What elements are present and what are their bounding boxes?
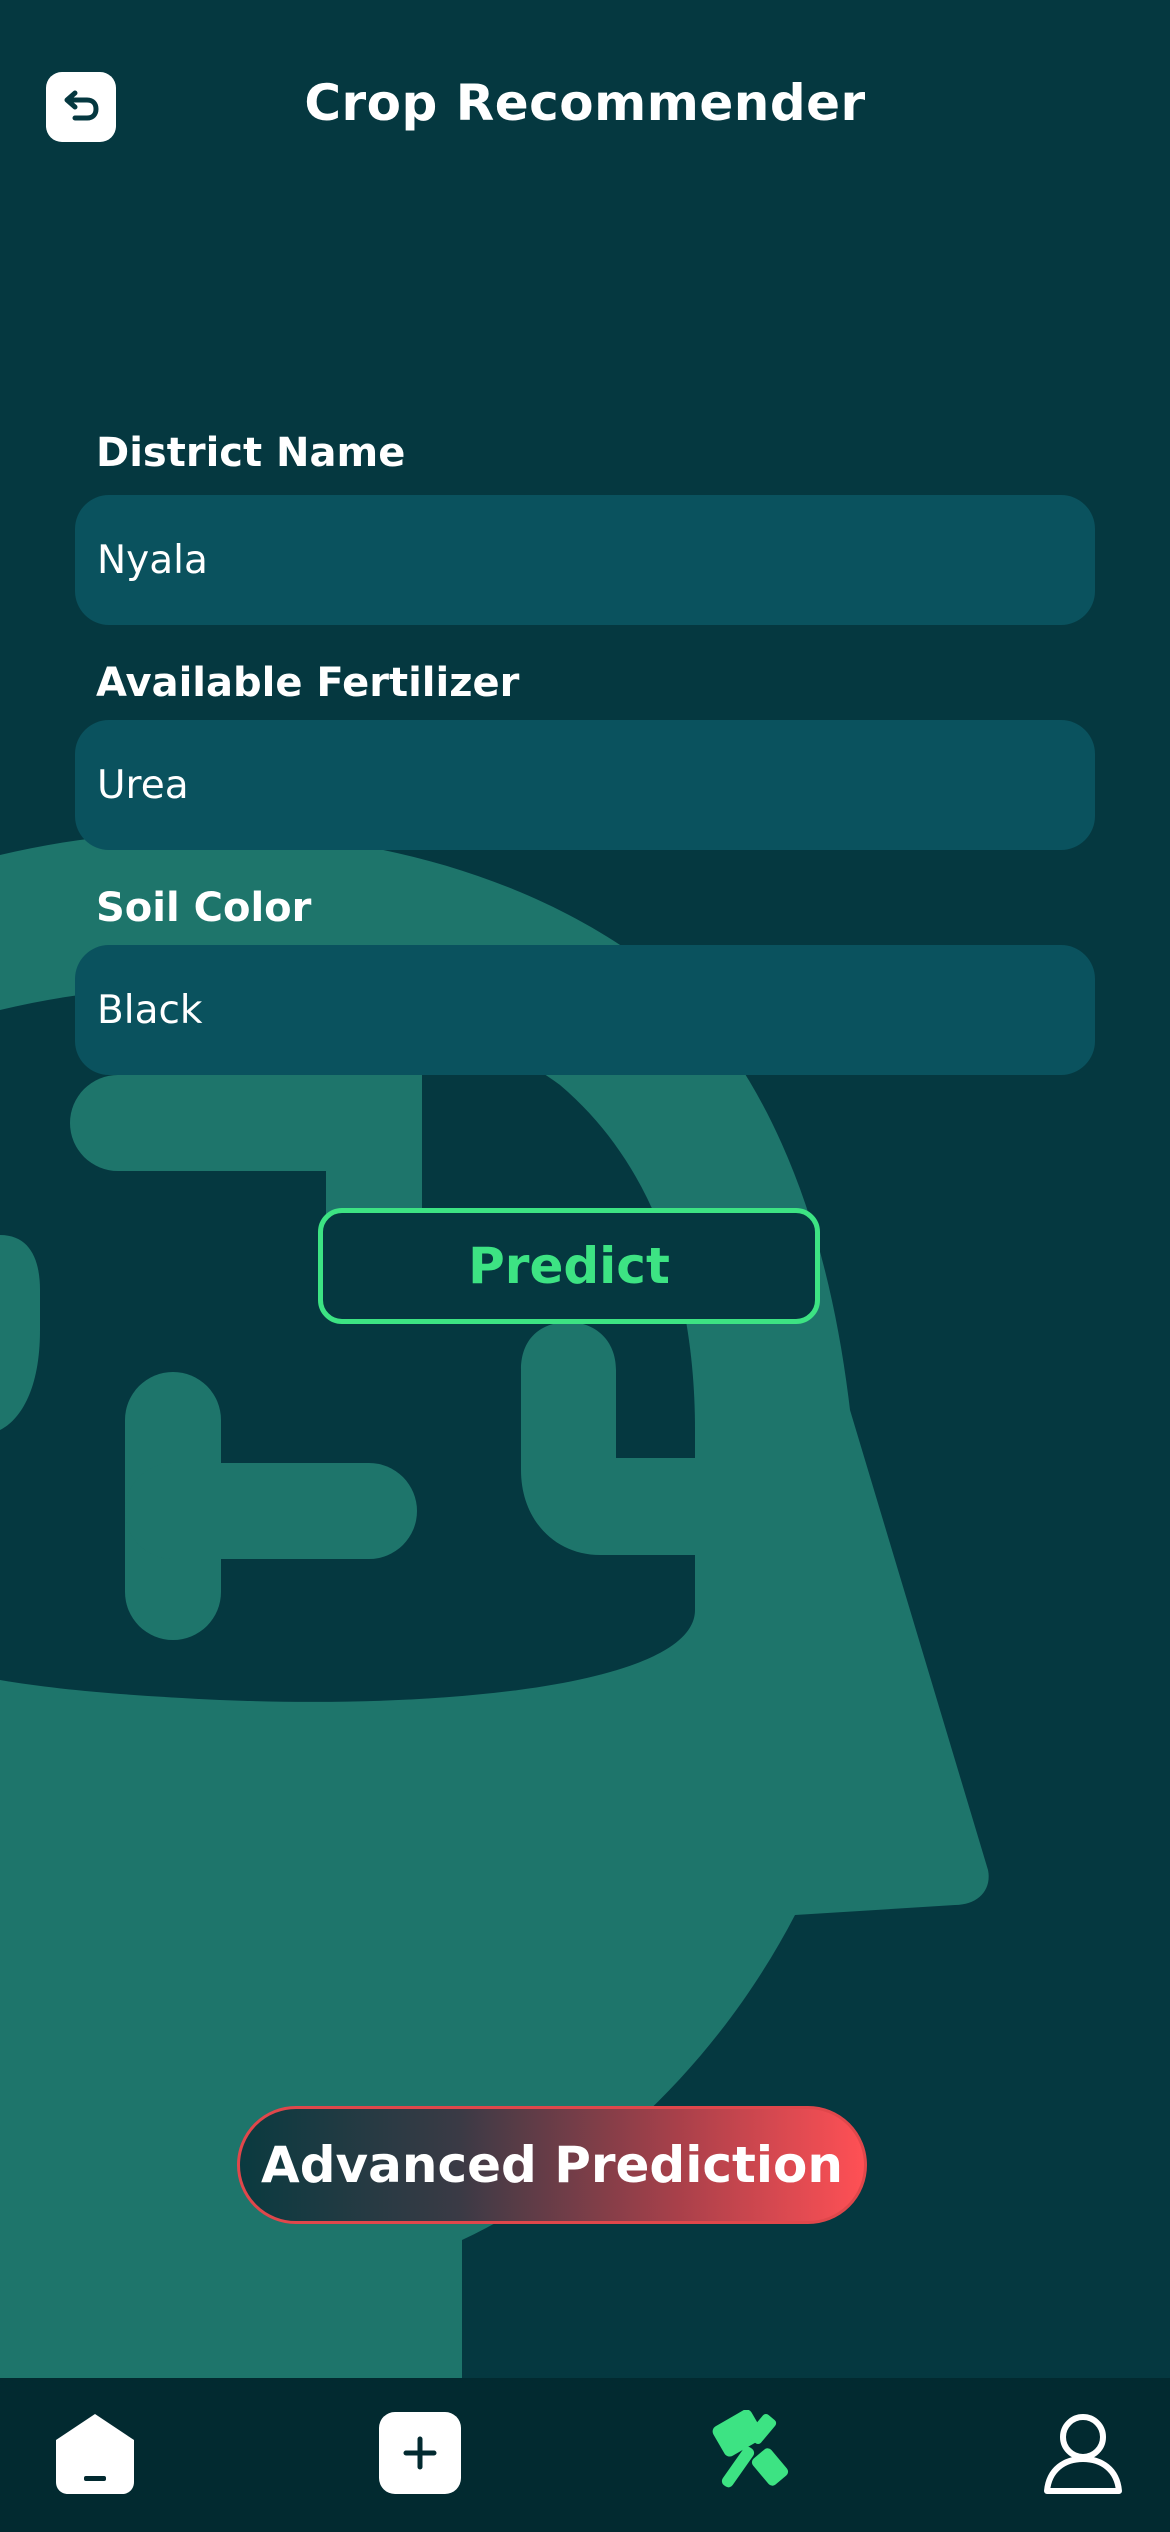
fertilizer-label: Available Fertilizer [96, 660, 520, 706]
district-field[interactable]: Nyala [75, 495, 1095, 625]
district-label: District Name [96, 430, 406, 476]
app-header: Crop Recommender [0, 0, 1170, 220]
nav-home[interactable] [30, 2378, 160, 2532]
nav-add[interactable] [355, 2378, 485, 2532]
add-icon [379, 2412, 461, 2498]
advanced-prediction-button[interactable]: Advanced Prediction [237, 2106, 867, 2224]
soil-color-value: Black [97, 987, 203, 1033]
fertilizer-field[interactable]: Urea [75, 720, 1095, 850]
district-value: Nyala [97, 537, 208, 583]
bottom-nav [0, 2378, 1170, 2532]
profile-icon [1041, 2411, 1125, 2499]
predict-button[interactable]: Predict [318, 1208, 820, 1324]
nav-profile[interactable] [1018, 2378, 1148, 2532]
tools-icon [702, 2409, 798, 2500]
nav-tools[interactable] [685, 2378, 815, 2532]
head-silhouette-illustration [0, 831, 989, 2380]
soil-color-field[interactable]: Black [75, 945, 1095, 1075]
page-title: Crop Recommender [304, 74, 866, 132]
soil-color-label: Soil Color [96, 885, 312, 931]
home-icon [52, 2410, 138, 2500]
fertilizer-value: Urea [97, 762, 189, 808]
